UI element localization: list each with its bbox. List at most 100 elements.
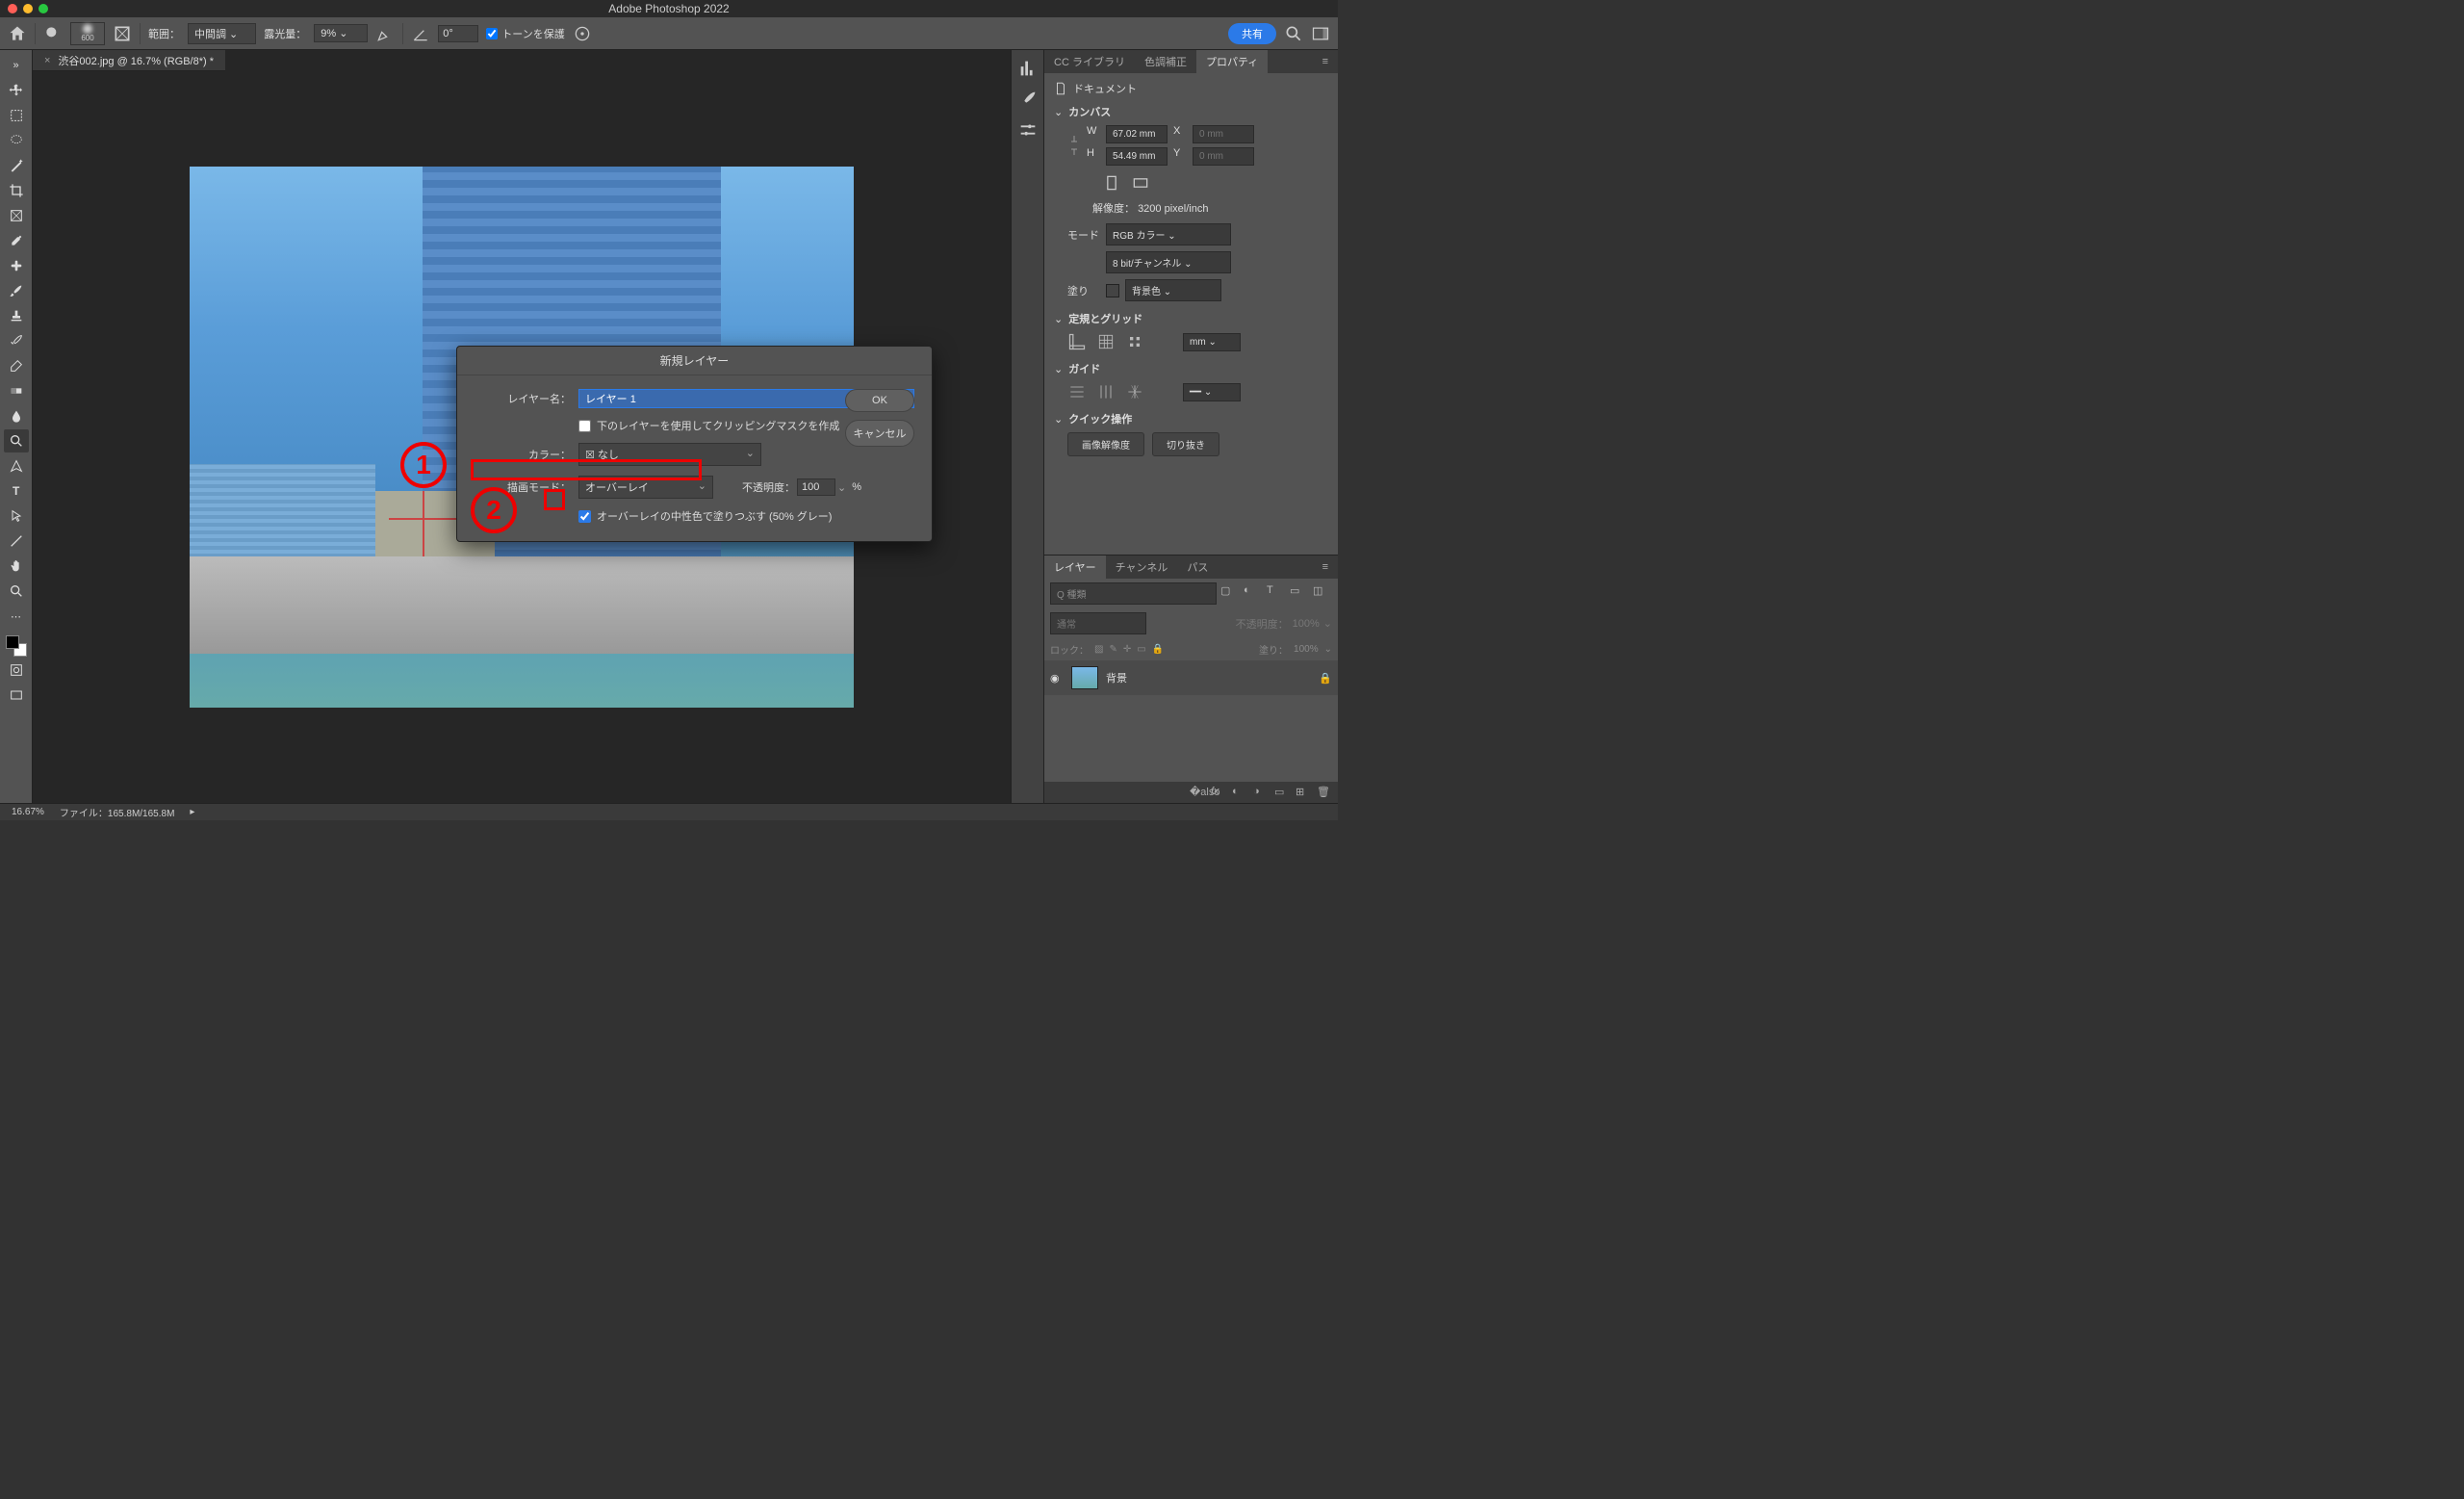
layers-menu-icon[interactable]: ≡ xyxy=(1313,556,1338,579)
screenmode-icon[interactable] xyxy=(4,684,29,707)
panel-menu-icon[interactable]: ≡ xyxy=(1313,50,1338,73)
quick-section-title[interactable]: クイック操作 xyxy=(1054,411,1328,426)
layer-filter-select[interactable]: Q 種類 xyxy=(1050,582,1217,605)
expand-icon[interactable]: » xyxy=(4,54,29,77)
guide-style-select[interactable]: ━━ ⌄ xyxy=(1183,383,1241,401)
ok-button[interactable]: OK xyxy=(845,389,914,412)
portrait-icon[interactable] xyxy=(1102,173,1121,193)
filter-adjust-icon[interactable]: ◐ xyxy=(1244,584,1263,604)
marquee-tool[interactable] xyxy=(4,104,29,127)
link-icon[interactable] xyxy=(1067,132,1081,159)
home-icon[interactable] xyxy=(8,24,27,43)
tab-properties[interactable]: プロパティ xyxy=(1196,50,1268,73)
guide-h-icon[interactable] xyxy=(1067,382,1087,401)
tab-cc-library[interactable]: CC ライブラリ xyxy=(1044,50,1135,73)
lock-all-icon[interactable]: 🔒 xyxy=(1152,644,1164,655)
heal-tool[interactable] xyxy=(4,254,29,277)
layer-thumbnail[interactable] xyxy=(1071,666,1098,689)
guide-v-icon[interactable] xyxy=(1096,382,1116,401)
opacity-input[interactable] xyxy=(797,478,835,496)
bit-depth-select[interactable]: 8 bit/チャンネル ⌄ xyxy=(1106,251,1231,273)
x-input[interactable] xyxy=(1193,125,1254,143)
wand-tool[interactable] xyxy=(4,154,29,177)
lock-pixels-icon[interactable]: ▨ xyxy=(1094,644,1103,655)
lock-paint-icon[interactable]: ✎ xyxy=(1109,644,1116,655)
lock-icon[interactable]: 🔒 xyxy=(1319,672,1332,685)
trash-icon[interactable]: 🗑 xyxy=(1317,786,1330,799)
workspace-icon[interactable] xyxy=(1311,24,1330,43)
guides-section-title[interactable]: ガイド xyxy=(1054,361,1328,376)
edit-toolbar-icon[interactable]: ⋯ xyxy=(4,605,29,628)
visibility-icon[interactable]: ◉ xyxy=(1050,672,1064,685)
airbrush-icon[interactable] xyxy=(375,24,395,43)
height-input[interactable] xyxy=(1106,147,1168,166)
tab-channels[interactable]: チャンネル xyxy=(1106,556,1178,579)
exposure-select[interactable]: 9% ⌄ xyxy=(314,24,368,42)
eyedropper-tool[interactable] xyxy=(4,229,29,252)
maximize-window-icon[interactable] xyxy=(38,4,48,13)
lock-artboard-icon[interactable]: ▭ xyxy=(1137,644,1145,655)
blend-mode-select[interactable]: 通常 xyxy=(1050,612,1146,634)
frame-tool[interactable] xyxy=(4,204,29,227)
lock-position-icon[interactable]: ✛ xyxy=(1123,644,1131,655)
unit-select[interactable]: mm ⌄ xyxy=(1183,333,1241,351)
stamp-tool[interactable] xyxy=(4,304,29,327)
gradient-tool[interactable] xyxy=(4,379,29,402)
filter-smart-icon[interactable]: ◫ xyxy=(1313,584,1332,604)
tab-color-adjust[interactable]: 色調補正 xyxy=(1135,50,1196,73)
tab-paths[interactable]: パス xyxy=(1177,556,1218,579)
color-swatches[interactable] xyxy=(6,635,27,657)
mask-icon[interactable]: ◐ xyxy=(1232,786,1245,799)
range-select[interactable]: 中間調 ⌄ xyxy=(188,23,256,44)
protect-tone-checkbox[interactable] xyxy=(486,28,498,39)
link-layers-icon[interactable]: �also xyxy=(1190,786,1203,799)
text-tool[interactable]: T xyxy=(4,479,29,503)
pixel-grid-icon[interactable] xyxy=(1125,332,1144,351)
shape-tool[interactable] xyxy=(4,530,29,553)
zoom-tool[interactable] xyxy=(4,580,29,603)
tool-preset-icon[interactable] xyxy=(43,24,63,43)
guide-cross-icon[interactable] xyxy=(1125,382,1144,401)
tab-layers[interactable]: レイヤー xyxy=(1044,556,1106,579)
blur-tool[interactable] xyxy=(4,404,29,427)
y-input[interactable] xyxy=(1193,147,1254,166)
canvas-section-title[interactable]: カンバス xyxy=(1054,104,1328,119)
landscape-icon[interactable] xyxy=(1131,173,1150,193)
ruler-icon[interactable] xyxy=(1067,332,1087,351)
pen-tool[interactable] xyxy=(4,454,29,478)
history-brush-tool[interactable] xyxy=(4,329,29,352)
filter-shape-icon[interactable]: ▭ xyxy=(1290,584,1309,604)
angle-input[interactable] xyxy=(438,25,478,42)
zoom-level[interactable]: 16.67% xyxy=(12,807,44,817)
histogram-icon[interactable] xyxy=(1017,58,1039,79)
clip-mask-checkbox[interactable] xyxy=(578,420,591,432)
image-resolution-button[interactable]: 画像解像度 xyxy=(1067,432,1144,456)
document-tab[interactable]: × 渋谷002.jpg @ 16.7% (RGB/8*) * xyxy=(33,50,225,71)
color-mode-select[interactable]: RGB カラー ⌄ xyxy=(1106,223,1231,246)
layer-row-background[interactable]: ◉ 背景 🔒 xyxy=(1044,660,1338,695)
quickmask-icon[interactable] xyxy=(4,659,29,682)
group-icon[interactable]: ▭ xyxy=(1274,786,1288,799)
share-button[interactable]: 共有 xyxy=(1228,23,1276,44)
adjustment-layer-icon[interactable]: ◑ xyxy=(1253,786,1267,799)
crop-tool[interactable] xyxy=(4,179,29,202)
move-tool[interactable] xyxy=(4,79,29,102)
close-tab-icon[interactable]: × xyxy=(44,55,50,66)
fill-select[interactable]: 背景色 ⌄ xyxy=(1125,279,1221,301)
crop-button[interactable]: 切り抜き xyxy=(1152,432,1219,456)
width-input[interactable] xyxy=(1106,125,1168,143)
brushes-icon[interactable] xyxy=(1017,89,1039,110)
fx-icon[interactable]: fx xyxy=(1211,786,1224,799)
search-icon[interactable] xyxy=(1284,24,1303,43)
status-arrow-icon[interactable]: ▸ xyxy=(190,807,194,817)
cancel-button[interactable]: キャンセル xyxy=(845,420,914,447)
filter-image-icon[interactable]: ▢ xyxy=(1220,584,1240,604)
grid-icon[interactable] xyxy=(1096,332,1116,351)
path-select-tool[interactable] xyxy=(4,504,29,528)
filter-text-icon[interactable]: T xyxy=(1267,584,1286,604)
adjustments-icon[interactable] xyxy=(1017,119,1039,141)
close-window-icon[interactable] xyxy=(8,4,17,13)
fill-swatch[interactable] xyxy=(1106,284,1119,297)
brush-settings-icon[interactable] xyxy=(113,24,132,43)
pressure-icon[interactable] xyxy=(573,24,592,43)
